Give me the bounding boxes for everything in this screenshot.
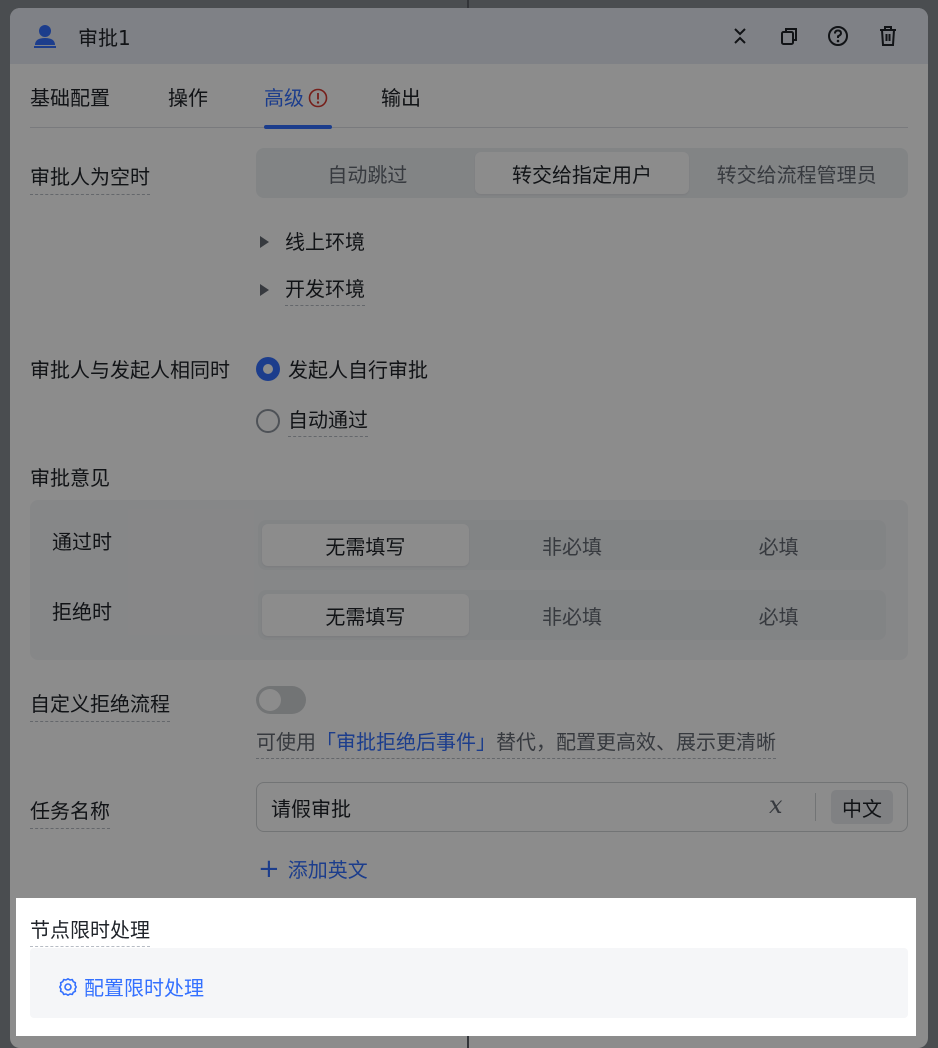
add-english-label: 添加英文: [287, 858, 368, 882]
hint-suffix: 替代，配置更高效、展示更清晰: [496, 730, 776, 754]
env-dev[interactable]: 开发环境: [260, 273, 365, 306]
env-online[interactable]: 线上环境: [260, 226, 365, 258]
copy-button[interactable]: [777, 24, 801, 48]
pass-option-none[interactable]: 无需填写: [262, 524, 469, 566]
language-button[interactable]: 中文: [831, 790, 893, 824]
opinion-settings: 通过时 无需填写 非必填 必填 拒绝时 无需填写 非必填 必填: [30, 500, 908, 660]
opinion-reject-label: 拒绝时: [52, 600, 112, 624]
expand-arrow-icon: [260, 236, 269, 248]
radio-unchecked: [256, 408, 280, 433]
delete-button[interactable]: [876, 24, 900, 48]
formula-icon[interactable]: 𝑥: [769, 791, 783, 819]
opinion-reject-segmented: 无需填写 非必填 必填: [258, 590, 886, 640]
task-name-input[interactable]: [271, 793, 751, 821]
divider: [815, 793, 816, 821]
tab-advanced[interactable]: 高级: [264, 82, 328, 111]
pass-option-optional[interactable]: 非必填: [469, 524, 676, 566]
opinion-pass-label: 通过时: [52, 530, 112, 554]
time-limit-section: 节点限时处理 配置限时处理: [16, 898, 916, 1036]
env-dev-label: 开发环境: [285, 273, 365, 306]
option-auto-skip[interactable]: 自动跳过: [260, 152, 475, 194]
opinion-pass-segmented: 无需填写 非必填 必填: [258, 520, 886, 570]
help-icon: [828, 26, 848, 46]
connector-line-bottom: [467, 1036, 469, 1048]
empty-approver-segmented: 自动跳过 转交给指定用户 转交给流程管理员: [256, 148, 908, 198]
copy-icon: [781, 28, 797, 45]
reject-option-none[interactable]: 无需填写: [262, 594, 469, 636]
empty-approver-label: 审批人为空时: [30, 161, 150, 195]
time-limit-box: 配置限时处理: [30, 948, 908, 1018]
user-icon: [34, 25, 56, 48]
radio-self-approve-label: 发起人自行审批: [288, 358, 428, 382]
time-limit-label: 节点限时处理: [30, 914, 150, 947]
task-name-field: 𝑥 中文: [256, 782, 908, 832]
custom-reject-hint: 可使用「审批拒绝后事件」替代，配置更高效、展示更清晰: [256, 726, 776, 759]
hint-prefix: 可使用: [256, 730, 316, 754]
tab-basic[interactable]: 基础配置: [30, 82, 110, 111]
opinion-label: 审批意见: [30, 466, 110, 490]
plus-icon: +: [258, 853, 280, 884]
reject-event-link[interactable]: 「审批拒绝后事件」: [316, 730, 496, 754]
warning-icon: [308, 88, 328, 108]
gear-icon: [59, 977, 77, 996]
radio-self-approve[interactable]: 发起人自行审批: [256, 354, 428, 383]
reject-option-required[interactable]: 必填: [675, 594, 882, 636]
configure-time-limit-button[interactable]: 配置限时处理: [58, 972, 204, 1001]
delete-icon: [880, 26, 896, 46]
active-tab-indicator: [264, 125, 332, 129]
radio-auto-pass[interactable]: 自动通过: [256, 404, 368, 437]
tab-advanced-label: 高级: [264, 86, 304, 110]
connector-line-top: [467, 0, 469, 8]
same-initiator-label: 审批人与发起人相同时: [30, 358, 230, 382]
custom-reject-label: 自定义拒绝流程: [30, 688, 170, 722]
option-transfer-user[interactable]: 转交给指定用户: [474, 152, 690, 194]
expand-arrow-icon: [260, 283, 269, 296]
configure-time-limit-label: 配置限时处理: [84, 976, 204, 1000]
option-transfer-admin[interactable]: 转交给流程管理员: [689, 152, 904, 194]
panel-header: 审批1: [10, 8, 928, 64]
collapse-button[interactable]: [728, 24, 752, 48]
radio-auto-pass-label: 自动通过: [288, 404, 368, 437]
custom-reject-toggle[interactable]: [256, 686, 306, 714]
pass-option-required[interactable]: 必填: [675, 524, 882, 566]
env-online-label: 线上环境: [285, 230, 365, 254]
tab-output[interactable]: 输出: [381, 82, 421, 111]
add-english-button[interactable]: + 添加英文: [258, 854, 368, 883]
radio-checked: [256, 356, 280, 381]
help-button[interactable]: [826, 24, 850, 48]
config-tabs: 基础配置 操作 高级 输出: [30, 78, 908, 129]
node-title: 审批1: [78, 26, 131, 50]
task-name-label: 任务名称: [30, 795, 110, 829]
node-config-panel: 审批1 基础配置 操作 高级 输出 审批人为空时 自动跳过 转交给指定用户 转交…: [10, 8, 928, 1048]
reject-option-optional[interactable]: 非必填: [469, 594, 676, 636]
tab-actions[interactable]: 操作: [168, 82, 208, 111]
collapse-icon: [734, 28, 746, 44]
